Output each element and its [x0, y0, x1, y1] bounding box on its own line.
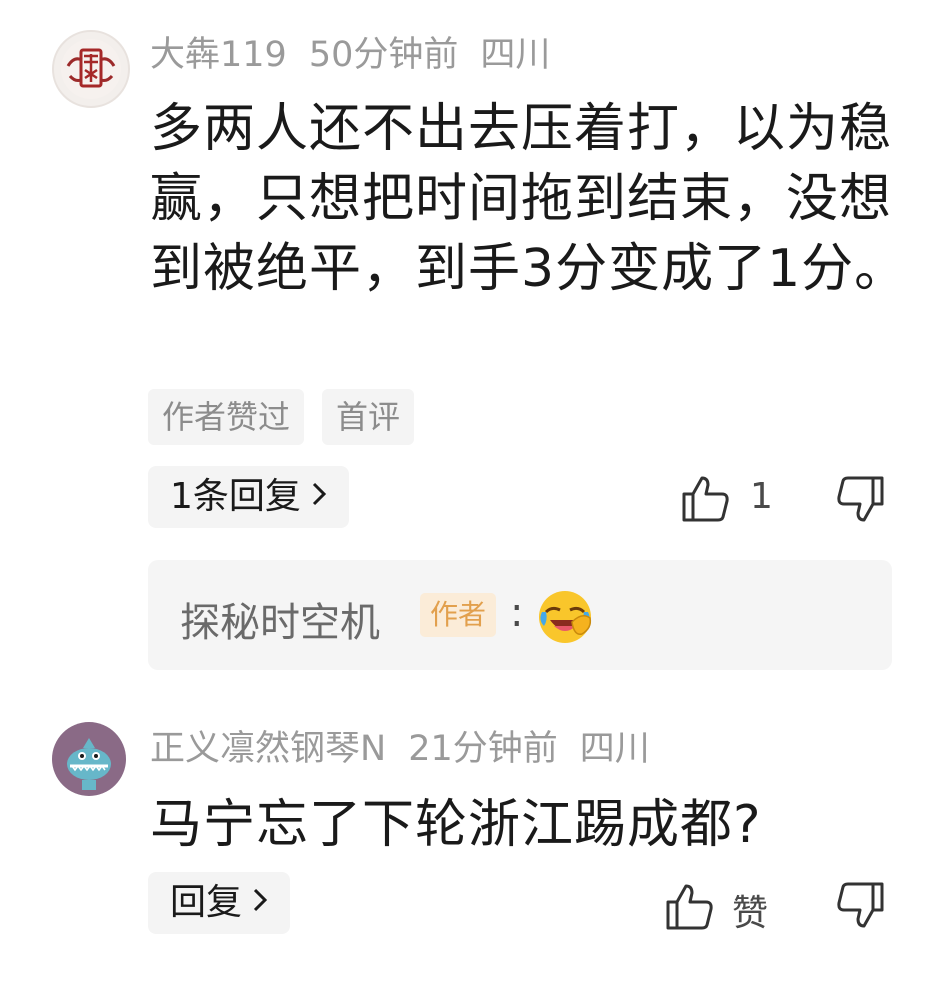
- avatar[interactable]: [52, 30, 130, 108]
- thumbs-down-icon[interactable]: [834, 474, 886, 526]
- laughing-emoji-icon: [536, 588, 594, 646]
- reply-author[interactable]: 探秘时空机: [180, 590, 380, 648]
- view-replies-label: 1条回复: [170, 476, 301, 517]
- username[interactable]: 大犇119: [150, 35, 287, 75]
- chevron-right-icon: [252, 874, 268, 936]
- reply-separator: :: [510, 590, 524, 636]
- thumbs-up-icon[interactable]: [680, 472, 732, 524]
- location: 四川: [579, 729, 650, 769]
- reply-label: 回复: [170, 882, 243, 923]
- comment-meta: 大犇119 50分钟前 四川: [150, 38, 572, 73]
- reply-preview[interactable]: 探秘时空机 作者 :: [148, 560, 892, 670]
- avatar[interactable]: [52, 722, 126, 796]
- thumbs-up-icon[interactable]: [664, 880, 716, 932]
- reply-button[interactable]: 回复: [148, 872, 291, 936]
- comment-text: 马宁忘了下轮浙江踢成都?: [150, 795, 762, 855]
- author-badge: 作者: [420, 593, 497, 637]
- tag-first-comment: 首评: [322, 389, 415, 445]
- comment-text: 多两人还不出去压着打，以为稳赢，只想把时间拖到结束，没想到被绝平，到手3分变成了…: [150, 99, 908, 299]
- like-count: 1: [750, 476, 773, 517]
- timestamp: 21分钟前: [408, 729, 558, 769]
- username[interactable]: 正义凛然钢琴N: [150, 729, 386, 769]
- location: 四川: [480, 35, 551, 75]
- avatar-shark-icon: [67, 738, 111, 790]
- thumbs-down-icon[interactable]: [834, 880, 886, 932]
- like-label: 赞: [732, 893, 769, 934]
- tag-author-liked: 作者赞过: [148, 389, 305, 445]
- timestamp: 50分钟前: [308, 35, 459, 75]
- chevron-right-icon: [311, 468, 327, 530]
- avatar-seal-icon: [61, 39, 121, 99]
- comment-meta: 正义凛然钢琴N 21分钟前 四川: [150, 732, 672, 767]
- view-replies-button[interactable]: 1条回复: [148, 466, 349, 528]
